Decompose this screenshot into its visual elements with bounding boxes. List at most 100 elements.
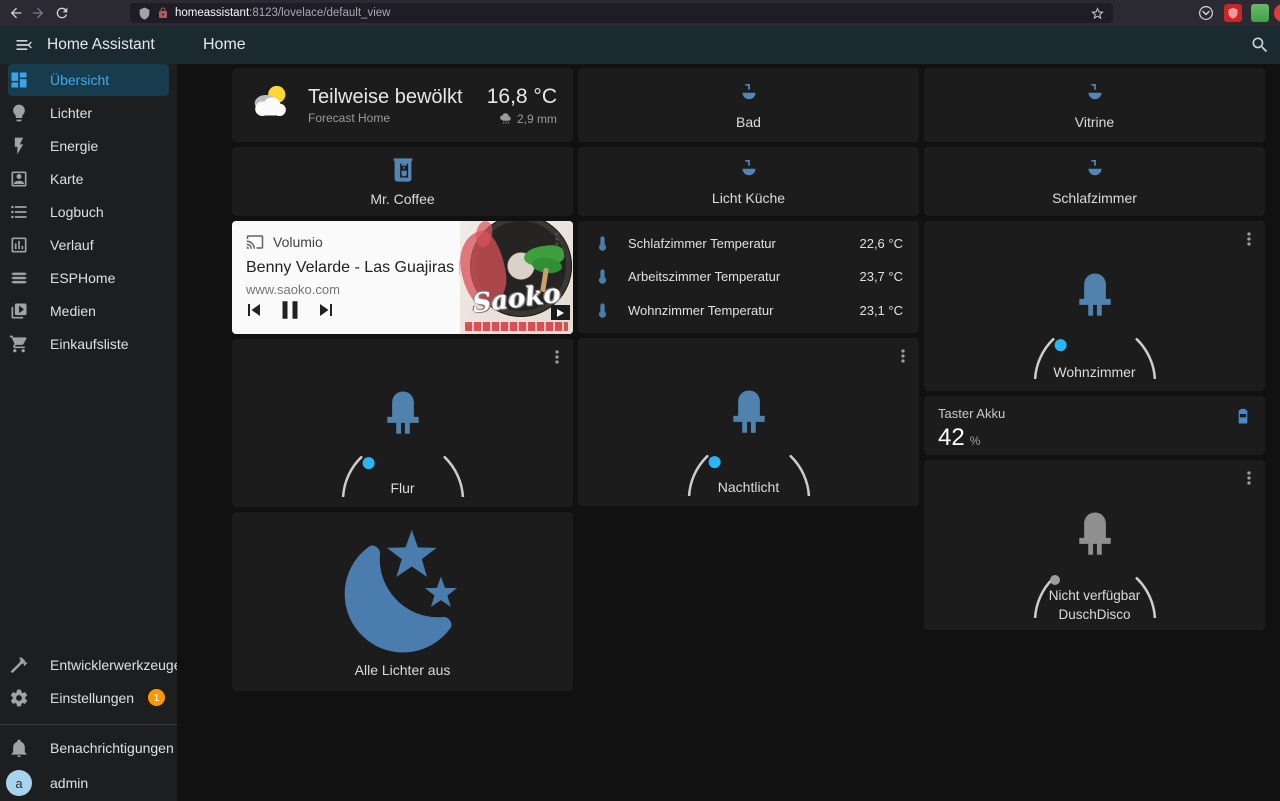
media-player-card[interactable]: Volumio Benny Velarde - Las Guajiras [1p… xyxy=(232,221,573,334)
sidebar-toggle-icon[interactable] xyxy=(14,35,34,55)
sidebar-item-label: Übersicht xyxy=(50,72,110,88)
light-card-flur[interactable]: Flur xyxy=(232,339,573,507)
settings-badge: 1 xyxy=(148,689,165,706)
card-menu-button[interactable] xyxy=(547,347,567,367)
card-menu-button[interactable] xyxy=(1239,468,1259,488)
pause-button[interactable] xyxy=(275,295,305,325)
browser-forward-icon[interactable] xyxy=(30,5,46,21)
sidebar-item-karte[interactable]: Karte xyxy=(0,162,177,195)
browser-reload-icon[interactable] xyxy=(54,5,70,21)
green-extension-icon[interactable] xyxy=(1251,4,1269,22)
light-label: DuschDisco xyxy=(1058,607,1131,622)
light-label: Bad xyxy=(736,113,761,130)
red-extension-icon[interactable] xyxy=(1274,4,1280,22)
column-right: Vitrine Schlafzimmer Wohnzimmer Taster A… xyxy=(924,68,1265,691)
sidebar-item-label: ESPHome xyxy=(50,269,116,286)
ublock-extension-icon[interactable] xyxy=(1224,4,1242,22)
album-play-overlay[interactable] xyxy=(551,305,570,320)
sidebar-item-label: Entwicklerwerkzeuge xyxy=(50,656,182,673)
slider-handle[interactable] xyxy=(708,456,721,469)
sidebar-item-label: Logbuch xyxy=(50,203,104,220)
dashboard-view: Teilweise bewölkt Forecast Home 16,8 °C … xyxy=(177,64,1280,801)
sidebar-item-medien[interactable]: Medien xyxy=(0,294,177,327)
slider-handle[interactable] xyxy=(1054,339,1067,352)
browser-toolbar: homeassistant:8123/lovelace/default_view xyxy=(0,0,1280,26)
sidebar-item-verlauf[interactable]: Verlauf xyxy=(0,228,177,261)
sensor-row-arbeitszimmer[interactable]: Arbeitszimmer Temperatur 23,7 °C xyxy=(594,268,903,285)
sensor-value: 22,6 °C xyxy=(859,236,903,252)
url-text: homeassistant:8123/lovelace/default_view xyxy=(175,7,1084,19)
cast-icon xyxy=(246,235,264,249)
led-icon[interactable] xyxy=(374,383,432,441)
weather-right: 16,8 °C 2,9 mm xyxy=(487,85,557,126)
pocket-extension-icon[interactable] xyxy=(1197,4,1215,22)
search-icon[interactable] xyxy=(1250,35,1270,55)
led-icon-unavailable[interactable] xyxy=(1066,504,1124,562)
url-bar[interactable]: homeassistant:8123/lovelace/default_view xyxy=(130,3,1113,23)
hammer-icon xyxy=(10,656,28,673)
unavailable-status: Nicht verfügbar xyxy=(1048,588,1141,603)
all-lights-off-card[interactable]: Alle Lichter aus xyxy=(232,512,573,691)
light-card-duschdisco[interactable]: Nicht verfügbar DuschDisco xyxy=(924,460,1265,630)
media-app-row: Volumio xyxy=(246,233,323,251)
view-title-home[interactable]: Home xyxy=(203,26,246,64)
rain-cloud-icon xyxy=(500,112,511,124)
sidebar-item-logbuch[interactable]: Logbuch xyxy=(0,195,177,228)
coffee-card[interactable]: Mr. Coffee xyxy=(232,147,573,216)
sidebar-item-label: Energie xyxy=(50,137,99,154)
sidebar-item-esphome[interactable]: ESPHome xyxy=(0,261,177,294)
sidebar-item-lichter[interactable]: Lichter xyxy=(0,96,177,129)
sidebar-item-settings[interactable]: Einstellungen 1 xyxy=(0,681,177,714)
coffee-label: Mr. Coffee xyxy=(370,191,435,207)
light-card-bad[interactable]: Bad xyxy=(578,68,919,142)
light-label: Schlafzimmer xyxy=(1052,190,1137,206)
light-card-schlafzimmer[interactable]: Schlafzimmer xyxy=(924,147,1265,216)
column-left: Teilweise bewölkt Forecast Home 16,8 °C … xyxy=(232,68,573,691)
sensor-name: Schlafzimmer Temperatur xyxy=(628,236,776,252)
browser-back-icon[interactable] xyxy=(8,5,24,21)
weather-card[interactable]: Teilweise bewölkt Forecast Home 16,8 °C … xyxy=(232,68,573,142)
user-name: admin xyxy=(50,775,89,791)
media-track-title: Benny Velarde - Las Guajiras [1pQi] xyxy=(246,259,502,276)
light-label: Flur xyxy=(390,480,415,496)
tracking-shield-icon[interactable] xyxy=(138,7,151,20)
card-menu-button[interactable] xyxy=(893,346,913,366)
light-card-nachtlicht[interactable]: Nachtlicht xyxy=(578,338,919,506)
sensor-row-schlafzimmer[interactable]: Schlafzimmer Temperatur 22,6 °C xyxy=(594,235,903,252)
column-middle: Bad Licht Küche Schlafzimmer Temperatur … xyxy=(578,68,919,691)
card-menu-button[interactable] xyxy=(1239,229,1259,249)
lightbulb-icon xyxy=(13,104,25,121)
sidebar-item-uebersicht[interactable]: Übersicht xyxy=(8,64,169,96)
sidebar-item-dev-tools[interactable]: Entwicklerwerkzeuge xyxy=(0,648,182,681)
sidebar-item-user[interactable]: a admin xyxy=(0,765,177,801)
light-card-kueche[interactable]: Licht Küche xyxy=(578,147,919,216)
sensor-value: 23,7 °C xyxy=(859,269,903,285)
battery-value: 42 xyxy=(938,424,965,451)
bookmark-star-icon[interactable] xyxy=(1090,6,1105,21)
battery-50-icon xyxy=(1238,408,1248,424)
insecure-lock-icon[interactable] xyxy=(157,7,169,19)
app-title: Home Assistant xyxy=(47,36,155,53)
sidebar-item-einkaufsliste[interactable]: Einkaufsliste xyxy=(0,327,177,360)
led-icon[interactable] xyxy=(720,382,778,440)
led-icon[interactable] xyxy=(1066,265,1124,323)
media-menu-button[interactable] xyxy=(547,229,567,249)
slider-handle[interactable] xyxy=(362,457,375,470)
weather-precipitation: 2,9 mm xyxy=(487,112,557,126)
media-app-name: Volumio xyxy=(273,234,323,250)
sidebar-item-notifications[interactable]: Benachrichtigungen xyxy=(0,731,177,764)
precipitation-value: 2,9 mm xyxy=(516,111,557,126)
skip-previous-button[interactable] xyxy=(242,298,266,322)
slider-handle[interactable] xyxy=(1049,575,1060,585)
sensor-row-wohnzimmer[interactable]: Wohnzimmer Temperatur 23,1 °C xyxy=(594,302,903,319)
cart-icon xyxy=(9,335,27,352)
thermometer-icon xyxy=(598,236,607,251)
url-path: :8123/lovelace/default_view xyxy=(249,7,391,19)
light-card-vitrine[interactable]: Vitrine xyxy=(924,68,1265,142)
skip-next-button[interactable] xyxy=(314,298,338,322)
battery-sensor-card[interactable]: Taster Akku 42 % xyxy=(924,396,1265,455)
weather-forecast-source: Forecast Home xyxy=(308,110,391,125)
sidebar-item-energie[interactable]: Energie xyxy=(0,129,177,162)
light-card-wohnzimmer[interactable]: Wohnzimmer xyxy=(924,221,1265,391)
url-host: homeassistant xyxy=(175,7,250,19)
